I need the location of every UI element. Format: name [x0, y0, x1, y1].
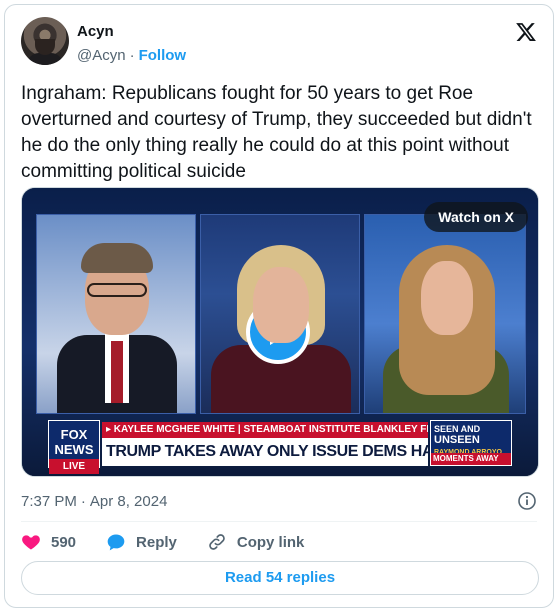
watch-on-x-button[interactable]: Watch on X — [424, 202, 528, 232]
avatar[interactable] — [21, 17, 69, 65]
link-icon — [209, 534, 225, 550]
reply-icon — [107, 534, 125, 551]
like-count: 590 — [51, 533, 77, 551]
timestamp[interactable]: 7:37 PM · Apr 8, 2024 — [21, 493, 167, 510]
copy-link-button[interactable]: Copy link — [207, 532, 305, 552]
reply-button[interactable]: Reply — [106, 532, 177, 552]
divider — [21, 521, 537, 522]
reply-label: Reply — [136, 533, 177, 551]
tweet-time: 7:37 PM — [21, 493, 77, 510]
info-icon[interactable] — [517, 491, 537, 511]
author-handle-row: @Acyn · Follow — [77, 47, 186, 64]
video-panel-left — [36, 214, 196, 414]
copy-link-label: Copy link — [236, 533, 305, 551]
tweet-date: Apr 8, 2024 — [89, 493, 168, 510]
video-player[interactable]: Watch on X FOX NEWS LIVE ▸ KAYLEE MCGHEE… — [21, 187, 539, 477]
like-button[interactable]: 590 — [21, 532, 76, 552]
fox-news-logo: FOX NEWS LIVE — [48, 420, 100, 474]
guest-name-bar: ▸ KAYLEE MCGHEE WHITE | STEAMBOAT INSTIT… — [102, 422, 428, 438]
x-logo-icon[interactable] — [515, 21, 537, 43]
follow-button[interactable]: Follow — [139, 47, 187, 64]
author-name[interactable]: Acyn — [77, 23, 114, 40]
read-replies-button[interactable]: Read 54 replies — [21, 561, 539, 595]
news-chyron: FOX NEWS LIVE ▸ KAYLEE MCGHEE WHITE | ST… — [22, 412, 538, 476]
separator-dot: · — [80, 493, 86, 510]
video-panel-right — [364, 214, 526, 414]
heart-icon — [22, 535, 40, 550]
action-bar: 590 Reply Copy link — [21, 531, 334, 553]
tweet-card[interactable]: Acyn @Acyn · Follow Ingraham: Republicans … — [4, 4, 554, 608]
seen-unseen-promo: SEEN AND UNSEEN RAYMOND ARROYO MOMENTS A… — [430, 420, 512, 466]
separator-dot: · — [129, 47, 135, 64]
video-panel-center — [200, 214, 360, 414]
author-handle[interactable]: @Acyn — [77, 47, 126, 64]
chyron-headline: TRUMP TAKES AWAY ONLY ISSUE DEMS HAVE IN… — [102, 438, 428, 466]
tweet-text: Ingraham: Republicans fought for 50 year… — [21, 83, 532, 182]
